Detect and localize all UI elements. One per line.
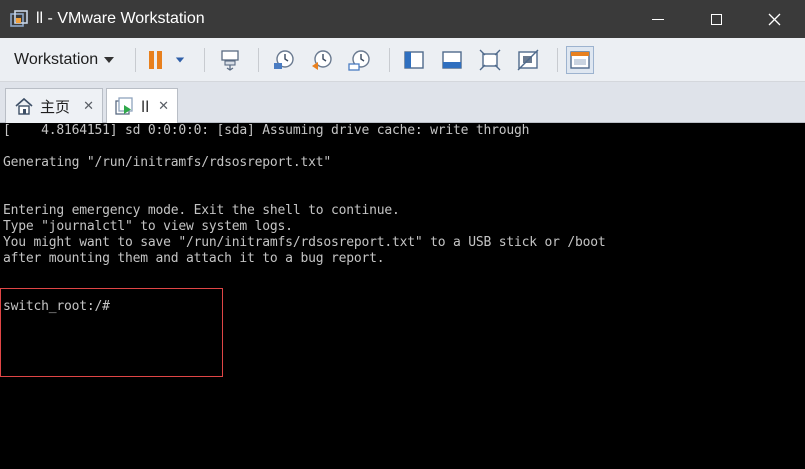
- toolbar-divider: [389, 48, 390, 72]
- console-line: Generating "/run/initramfs/rdsosreport.t…: [3, 155, 331, 170]
- vmware-app-icon: [10, 10, 28, 28]
- workstation-menu-label: Workstation: [14, 50, 99, 68]
- console-line: Type "journalctl" to view system logs.: [3, 219, 293, 234]
- vm-console[interactable]: [ 4.8164151] sd 0:0:0:0: [sda] Assuming …: [0, 123, 805, 469]
- home-icon: [15, 97, 33, 115]
- take-snapshot-button[interactable]: [270, 46, 298, 74]
- toolbar-divider: [135, 48, 136, 72]
- unity-icon: [517, 49, 539, 71]
- pause-button[interactable]: [142, 46, 170, 74]
- workstation-menu[interactable]: Workstation: [6, 44, 122, 75]
- revert-snapshot-icon: [312, 50, 332, 70]
- console-line: [ 4.8164151] sd 0:0:0:0: [sda] Assuming …: [3, 123, 530, 138]
- show-library-button[interactable]: [400, 46, 428, 74]
- maximize-button[interactable]: [687, 0, 745, 38]
- console-view-icon: [570, 51, 590, 69]
- console-line: Entering emergency mode. Exit the shell …: [3, 203, 400, 218]
- dropdown-arrow-icon: [175, 57, 185, 63]
- thumbnail-bar-button[interactable]: [438, 46, 466, 74]
- toolbar: Workstation: [0, 38, 805, 82]
- toolbar-divider: [204, 48, 205, 72]
- snapshot-icon: [274, 50, 294, 69]
- snapshot-manager-button[interactable]: [346, 46, 374, 74]
- tab-home-label: 主页: [40, 97, 71, 116]
- minimize-icon: [652, 18, 664, 20]
- power-dropdown-button[interactable]: [170, 46, 190, 74]
- full-screen-icon: [479, 49, 501, 71]
- maximize-icon: [710, 13, 722, 25]
- console-line: You might want to save "/run/initramfs/r…: [3, 235, 606, 250]
- chevron-down-icon: [104, 56, 115, 63]
- close-tab-icon[interactable]: ✕: [83, 99, 94, 114]
- send-ctrl-alt-del-icon: [221, 50, 239, 71]
- unity-button[interactable]: [514, 46, 542, 74]
- prompt-highlight-box: [0, 288, 223, 377]
- tab-vm-label: ll: [141, 97, 150, 116]
- snapshot-manager-icon: [348, 50, 370, 71]
- close-button[interactable]: [745, 0, 803, 38]
- minimize-button[interactable]: [629, 0, 687, 38]
- window-title: ll - VMware Workstation: [36, 10, 205, 27]
- toolbar-divider: [258, 48, 259, 72]
- thumbnail-bar-icon: [442, 51, 462, 69]
- tab-home[interactable]: 主页 ✕: [5, 88, 103, 123]
- tab-strip: 主页 ✕ ll ✕: [0, 82, 805, 124]
- close-tab-icon[interactable]: ✕: [158, 99, 169, 114]
- console-view-button[interactable]: [566, 46, 594, 74]
- tab-vm-ll[interactable]: ll ✕: [106, 88, 178, 124]
- vm-running-icon: [115, 96, 133, 115]
- full-screen-button[interactable]: [476, 46, 504, 74]
- title-bar[interactable]: ll - VMware Workstation: [0, 0, 805, 38]
- toolbar-divider: [557, 48, 558, 72]
- send-ctrl-alt-del-button[interactable]: [216, 46, 244, 74]
- revert-snapshot-button[interactable]: [308, 46, 336, 74]
- show-library-icon: [404, 51, 424, 69]
- close-icon: [768, 13, 780, 25]
- pause-icon: [149, 51, 162, 69]
- console-line: after mounting them and attach it to a b…: [3, 251, 385, 266]
